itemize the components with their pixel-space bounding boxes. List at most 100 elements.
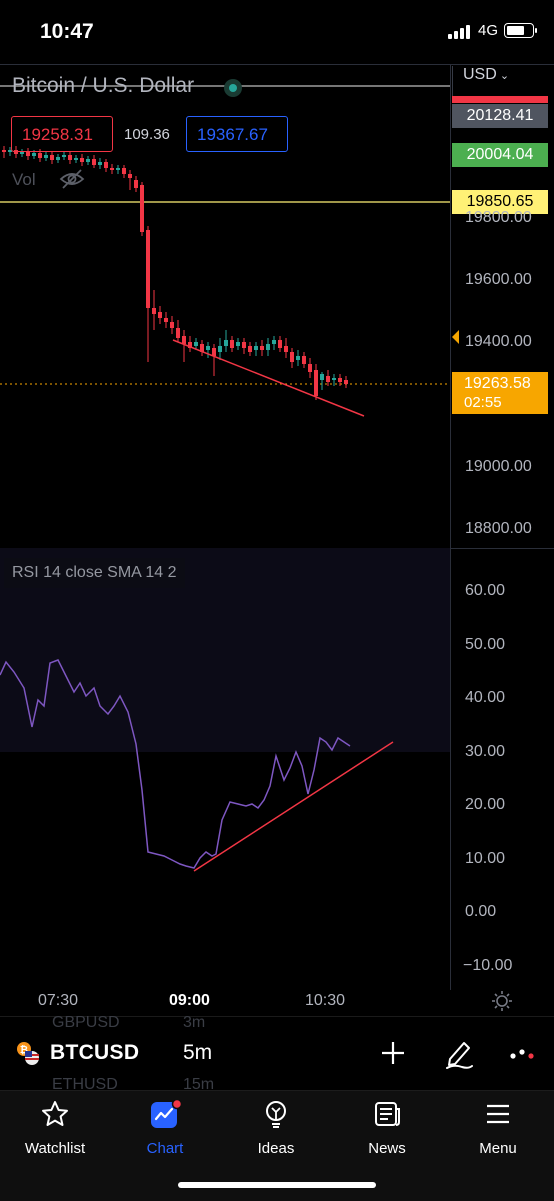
add-icon[interactable] bbox=[380, 1040, 406, 1066]
candle-body bbox=[50, 155, 54, 160]
lightbulb-icon bbox=[266, 1101, 286, 1128]
candle-body bbox=[110, 168, 114, 170]
candle-body bbox=[152, 308, 156, 314]
battery-icon bbox=[504, 23, 537, 38]
candle-body bbox=[332, 378, 336, 380]
chart-settings-icon bbox=[492, 991, 512, 1011]
currency-selector[interactable]: USD ⌄ bbox=[452, 66, 554, 96]
candle-body bbox=[164, 318, 168, 322]
volume-label[interactable]: Vol bbox=[12, 170, 36, 190]
candle-body bbox=[158, 312, 162, 318]
network-label: 4G bbox=[477, 22, 498, 39]
signal-icon bbox=[447, 22, 472, 39]
candle-body bbox=[92, 159, 96, 165]
nav-menu[interactable]: Menu bbox=[443, 1099, 553, 1157]
candle-body bbox=[2, 150, 6, 152]
price-axis-label: 18800.00 bbox=[465, 520, 532, 537]
candle-body bbox=[344, 380, 348, 384]
candle-body bbox=[302, 356, 306, 364]
candle-body bbox=[218, 346, 222, 352]
candle-body bbox=[326, 376, 330, 382]
candle-body bbox=[320, 374, 324, 380]
candle-body bbox=[146, 230, 150, 308]
price-tag-top: 20128.41 bbox=[452, 104, 548, 128]
nav-label: Chart bbox=[146, 1140, 184, 1157]
rsi-axis-label: 40.00 bbox=[465, 689, 506, 706]
candlesticks bbox=[2, 146, 348, 400]
interval-selector[interactable]: 5m bbox=[183, 1041, 212, 1065]
candle-body bbox=[338, 378, 342, 382]
nav-label: News bbox=[368, 1140, 406, 1157]
current-price-value: 19263.58 bbox=[464, 375, 531, 392]
rsi-axis-label: 0.00 bbox=[465, 903, 497, 920]
alert-marker bbox=[452, 330, 459, 344]
candle-body bbox=[212, 348, 216, 356]
candle-body bbox=[266, 344, 270, 350]
ghost-symbol-above: GBPUSD bbox=[52, 1014, 120, 1031]
spread-value: 109.36 bbox=[124, 126, 170, 143]
nav-label: Watchlist bbox=[24, 1140, 86, 1157]
nav-label: Menu bbox=[479, 1140, 517, 1157]
status-indicators: 4G bbox=[447, 22, 537, 39]
market-status-dot bbox=[224, 79, 242, 97]
candle-body bbox=[206, 346, 210, 350]
price-tag-green: 20004.04 bbox=[452, 143, 548, 167]
candle-body bbox=[296, 356, 300, 360]
rsi-axis-label: 60.00 bbox=[465, 582, 506, 599]
eye-off-icon bbox=[59, 169, 85, 189]
candle-body bbox=[68, 155, 72, 160]
buy-button[interactable]: 19367.67 bbox=[186, 116, 288, 152]
bitcoin-flag-icon: ₿ bbox=[17, 1042, 39, 1065]
candle-body bbox=[260, 346, 264, 350]
nav-label: Ideas bbox=[257, 1140, 295, 1157]
price-axis-label: 19600.00 bbox=[465, 271, 532, 288]
home-indicator bbox=[178, 1182, 376, 1188]
symbol-selector[interactable]: BTCUSD bbox=[50, 1041, 139, 1065]
star-icon bbox=[42, 1101, 68, 1126]
candle-body bbox=[62, 155, 66, 157]
candle-body bbox=[134, 180, 138, 188]
time-axis-label: 07:30 bbox=[38, 992, 79, 1009]
chevron-down-icon: ⌄ bbox=[496, 70, 510, 82]
more-options-icon[interactable] bbox=[508, 1048, 538, 1060]
rsi-trendline bbox=[193, 741, 394, 872]
ghost-interval-above: 3m bbox=[183, 1014, 206, 1031]
sell-button[interactable]: 19258.31 bbox=[11, 116, 113, 152]
candle-body bbox=[308, 364, 312, 372]
candle-body bbox=[74, 158, 78, 160]
candle-body bbox=[254, 346, 258, 350]
candle-body bbox=[86, 159, 90, 162]
chart-icon bbox=[151, 1098, 183, 1128]
candle-body bbox=[38, 153, 42, 158]
candle-body bbox=[128, 174, 132, 178]
rsi-axis-label: 20.00 bbox=[465, 796, 506, 813]
nav-watchlist[interactable]: Watchlist bbox=[0, 1099, 110, 1157]
candle-body bbox=[236, 342, 240, 346]
price-tag-red-stripe bbox=[452, 96, 548, 103]
candle-body bbox=[56, 157, 60, 160]
candle-body bbox=[170, 322, 174, 328]
nav-chart[interactable]: Chart bbox=[110, 1098, 220, 1157]
candle-body bbox=[98, 162, 102, 165]
candle-body bbox=[80, 158, 84, 162]
current-price-tag: 19263.58 02:55 bbox=[452, 372, 548, 414]
news-icon bbox=[375, 1102, 400, 1126]
status-time: 10:47 bbox=[40, 20, 94, 43]
currency-label: USD bbox=[463, 66, 497, 83]
candle-body bbox=[140, 185, 144, 232]
candle-body bbox=[224, 340, 228, 346]
candle-body bbox=[32, 153, 36, 156]
candle-body bbox=[242, 342, 246, 348]
time-axis-label: 10:30 bbox=[305, 992, 346, 1009]
candle-body bbox=[272, 340, 276, 344]
candle-body bbox=[176, 328, 180, 338]
symbol-title[interactable]: Bitcoin / U.S. Dollar bbox=[12, 74, 194, 98]
nav-news[interactable]: News bbox=[332, 1099, 442, 1157]
candle-body bbox=[116, 168, 120, 170]
rsi-axis-label: 50.00 bbox=[465, 636, 506, 653]
drawing-tools-icon[interactable] bbox=[444, 1037, 474, 1069]
candle-body bbox=[104, 162, 108, 168]
rsi-indicator-label[interactable]: RSI 14 close SMA 14 2 bbox=[4, 558, 185, 588]
candle-body bbox=[122, 168, 126, 174]
nav-ideas[interactable]: Ideas bbox=[221, 1099, 331, 1157]
